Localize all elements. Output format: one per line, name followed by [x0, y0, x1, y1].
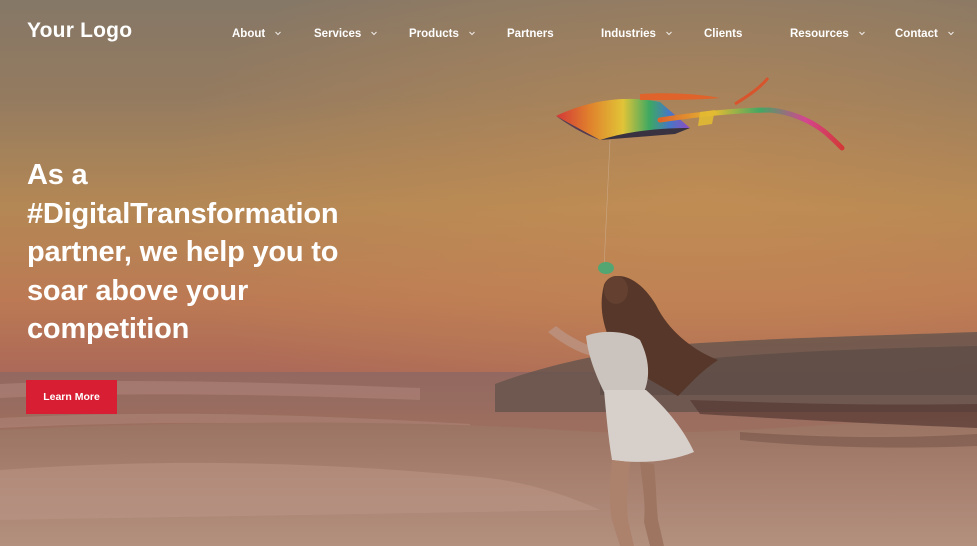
headline-line: #DigitalTransformation: [27, 197, 339, 230]
nav-item-label: Resources: [790, 28, 849, 40]
headline-line: soar above your: [27, 274, 249, 307]
nav-item-label: Services: [314, 28, 362, 40]
nav-item-label: Products: [409, 28, 459, 40]
chevron-down-icon: [947, 29, 955, 37]
nav-item-partners[interactable]: Partners: [507, 26, 554, 42]
nav-item-label: Industries: [601, 28, 656, 40]
nav-item-services[interactable]: Services: [314, 26, 378, 42]
nav-item-about[interactable]: About: [232, 26, 282, 42]
learn-more-button[interactable]: Learn More: [26, 380, 117, 414]
chevron-down-icon: [370, 29, 378, 37]
nav-item-resources[interactable]: Resources: [790, 26, 866, 42]
nav-item-label: Clients: [704, 28, 743, 40]
headline-line: competition: [27, 313, 190, 345]
headline-line: As a: [27, 159, 88, 191]
nav-item-label: Partners: [507, 28, 554, 40]
headline-line: partner, we help you to: [27, 236, 339, 268]
hero-headline: As a #DigitalTransformation partner, we …: [27, 156, 407, 349]
nav-item-products[interactable]: Products: [409, 26, 476, 42]
nav-item-industries[interactable]: Industries: [601, 26, 673, 42]
chevron-down-icon: [665, 29, 673, 37]
hero-section: Your Logo About Services Products Partne…: [0, 0, 977, 546]
nav-item-label: Contact: [895, 28, 938, 40]
nav-item-clients[interactable]: Clients: [704, 26, 742, 42]
chevron-down-icon: [274, 29, 282, 37]
nav-item-contact[interactable]: Contact: [895, 26, 955, 42]
main-nav: About Services Products Partners Industr…: [0, 26, 977, 44]
nav-item-label: About: [232, 28, 266, 40]
chevron-down-icon: [468, 29, 476, 37]
chevron-down-icon: [858, 29, 866, 37]
